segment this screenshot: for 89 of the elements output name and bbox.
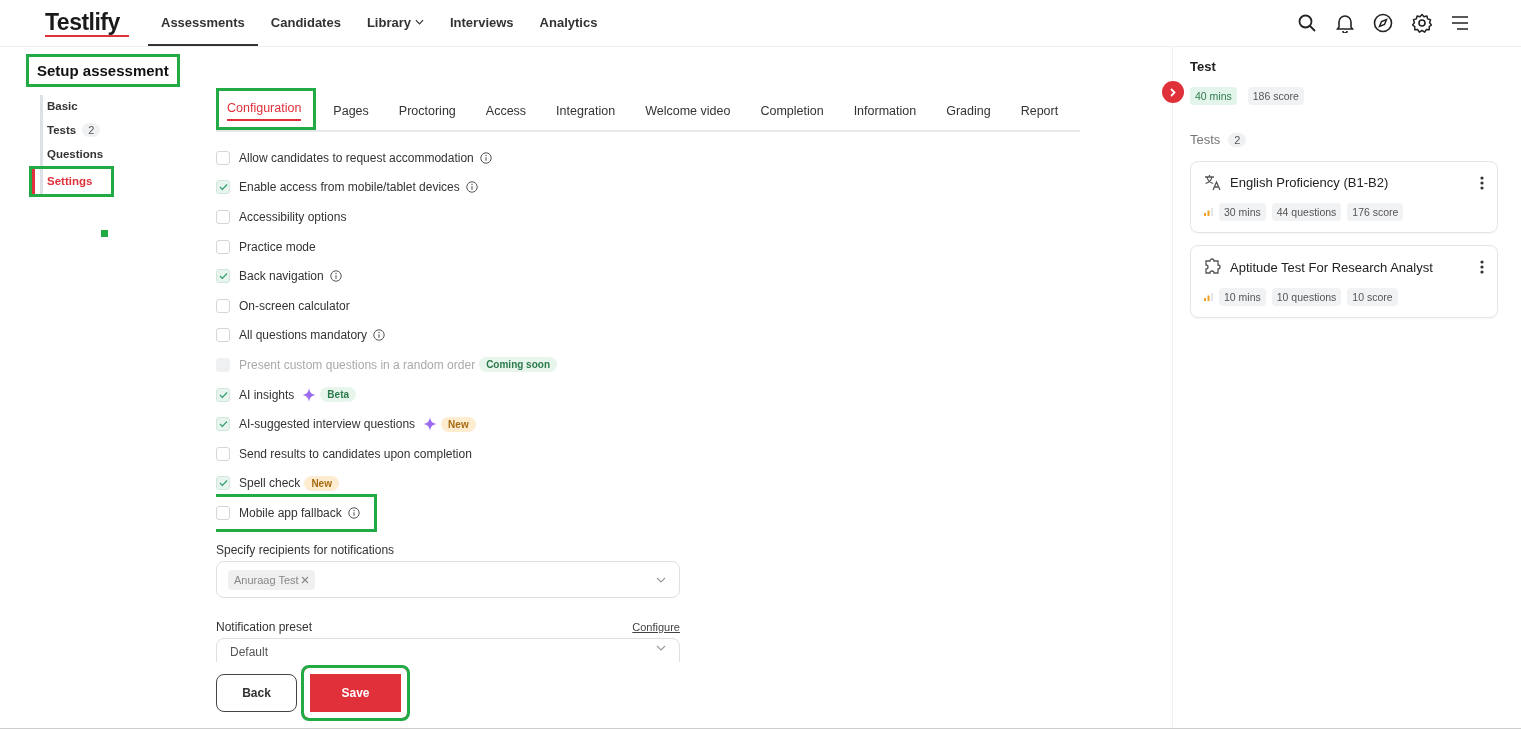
checkbox[interactable] xyxy=(216,269,230,284)
step-link[interactable]: Questions xyxy=(37,143,115,166)
status-badge: Beta xyxy=(320,387,357,403)
option-label: Back navigation xyxy=(239,269,324,284)
field-label: Notification preset xyxy=(216,620,313,635)
option-label: Practice mode xyxy=(239,239,316,254)
nav-link[interactable]: Candidates xyxy=(257,0,354,46)
option-label: Enable access from mobile/tablet devices xyxy=(239,180,460,195)
info-chip: 30 mins xyxy=(1219,203,1266,221)
checkbox[interactable] xyxy=(216,239,230,254)
nav-link[interactable]: Assessments xyxy=(148,0,258,46)
chevron-right-icon xyxy=(1169,87,1177,97)
tab[interactable]: Completion xyxy=(757,99,837,127)
test-title: English Proficiency (B1-B2) xyxy=(1230,175,1389,190)
info-chip: 176 score xyxy=(1347,203,1404,221)
info-chip: 10 score xyxy=(1347,288,1398,306)
tab[interactable]: Grading xyxy=(943,99,1004,127)
option-label: Send results to candidates upon completion xyxy=(239,446,472,461)
option-label: Present custom questions in a random order xyxy=(239,357,476,372)
tab[interactable]: Access xyxy=(482,99,540,127)
option-label: AI-suggested interview questions xyxy=(239,417,416,432)
more-icon[interactable] xyxy=(1480,260,1484,274)
step-link[interactable]: Tests 2 xyxy=(37,118,115,143)
checkbox[interactable] xyxy=(216,387,230,402)
checkbox[interactable] xyxy=(216,506,230,521)
menu-icon[interactable] xyxy=(1451,16,1469,30)
test-title: Aptitude Test For Research Analyst xyxy=(1230,259,1433,275)
test-card[interactable]: English Proficiency (B1-B2) 30 mins 44 questions 176 score xyxy=(1190,161,1498,233)
step-link[interactable]: Basic xyxy=(37,95,115,118)
option-label: AI insights xyxy=(239,387,295,402)
info-chip: 186 score xyxy=(1247,87,1304,105)
nav-link[interactable]: Interviews xyxy=(437,0,527,46)
option-label: Mobile app fallback xyxy=(239,506,342,521)
field-label: Specify recipients for notifications xyxy=(216,543,396,558)
search-icon[interactable] xyxy=(1297,13,1317,33)
option-label: All questions mandatory xyxy=(239,328,368,343)
difficulty-bars-icon xyxy=(1204,293,1213,301)
checkbox[interactable] xyxy=(216,298,230,313)
page-title: Setup assessment xyxy=(26,54,180,87)
back-button[interactable]: Back xyxy=(216,674,297,712)
test-card[interactable]: Aptitude Test For Research Analyst 10 mins 10 questions 10 score xyxy=(1190,245,1498,318)
chevron-down-icon xyxy=(656,576,666,583)
tab[interactable]: Proctoring xyxy=(395,99,469,127)
tab[interactable]: Configuration xyxy=(216,88,317,130)
tab[interactable]: Welcome video xyxy=(642,99,744,127)
annotation-square xyxy=(101,230,108,237)
step-link[interactable]: Settings xyxy=(29,166,115,197)
caret-icon xyxy=(415,19,424,25)
info-chip: 40 mins xyxy=(1190,87,1237,105)
tab[interactable]: Report xyxy=(1017,99,1072,127)
status-badge: New xyxy=(441,416,476,432)
checkbox[interactable] xyxy=(216,476,230,491)
option-label: Spell check xyxy=(239,476,301,491)
option-label: Accessibility options xyxy=(239,210,347,224)
brand-logo[interactable]: Testlify xyxy=(45,9,129,37)
section-title: Tests xyxy=(1190,132,1221,147)
info-chip: 10 questions xyxy=(1271,288,1342,306)
checkbox[interactable] xyxy=(216,150,230,165)
status-badge: New xyxy=(304,475,339,491)
close-icon[interactable] xyxy=(300,575,309,584)
option-label: Allow candidates to request accommodation xyxy=(239,150,474,165)
tab[interactable]: Information xyxy=(850,99,930,127)
difficulty-bars-icon xyxy=(1204,208,1213,216)
save-button[interactable]: Save xyxy=(301,665,410,721)
checkbox[interactable] xyxy=(216,328,230,343)
compass-icon[interactable] xyxy=(1373,13,1393,33)
checkbox[interactable] xyxy=(216,180,230,195)
option-label: On-screen calculator xyxy=(239,298,350,313)
nav-link[interactable]: Library xyxy=(353,0,437,46)
settings-icon[interactable] xyxy=(1412,13,1432,33)
collapse-button[interactable] xyxy=(1162,81,1184,103)
checkbox[interactable] xyxy=(216,446,230,461)
translate-icon xyxy=(1204,174,1222,191)
bell-icon[interactable] xyxy=(1336,13,1354,33)
count-badge: 2 xyxy=(1228,132,1247,147)
chevron-down-icon xyxy=(656,645,666,652)
info-chip: 44 questions xyxy=(1271,203,1342,221)
checkbox[interactable] xyxy=(216,417,230,432)
info-chip: 10 mins xyxy=(1219,288,1266,306)
assessment-title: Test xyxy=(1190,59,1217,74)
configure-link[interactable]: Configure xyxy=(632,621,680,634)
tab[interactable]: Pages xyxy=(330,99,382,127)
nav-link[interactable]: Analytics xyxy=(526,0,611,46)
checkbox[interactable] xyxy=(216,210,230,224)
puzzle-icon xyxy=(1204,258,1222,276)
count-badge: 2 xyxy=(82,123,101,137)
status-badge: Coming soon xyxy=(479,357,557,373)
tab[interactable]: Integration xyxy=(553,99,629,127)
more-icon[interactable] xyxy=(1480,175,1484,190)
